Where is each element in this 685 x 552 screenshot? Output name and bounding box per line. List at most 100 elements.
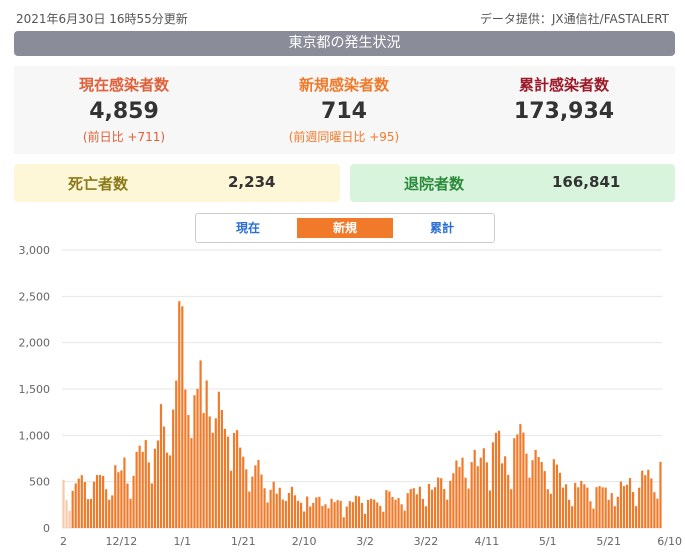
recovered-label: 退院者数 xyxy=(404,175,465,193)
bar xyxy=(62,479,65,528)
bar xyxy=(583,484,586,528)
bar xyxy=(619,481,622,528)
bar xyxy=(260,474,263,528)
bar xyxy=(187,415,190,528)
bar xyxy=(403,510,406,528)
bar xyxy=(455,460,458,528)
bar xyxy=(409,489,412,528)
bar xyxy=(659,461,662,528)
bar xyxy=(172,409,175,528)
tab-current[interactable]: 現在 xyxy=(200,218,296,238)
bar xyxy=(236,430,239,528)
bar xyxy=(208,416,211,528)
bar xyxy=(309,506,312,528)
bar xyxy=(494,432,498,528)
bar xyxy=(434,487,437,528)
bar xyxy=(293,495,297,528)
bar xyxy=(159,404,163,528)
bar xyxy=(546,489,549,528)
bar xyxy=(287,492,290,528)
bar xyxy=(424,506,428,528)
y-tick-label: 2,500 xyxy=(19,290,51,303)
x-tick-label: 1/21 xyxy=(231,535,256,548)
bar xyxy=(625,484,629,528)
bar xyxy=(272,481,275,528)
bar xyxy=(607,499,610,528)
bar xyxy=(95,474,99,528)
updated-time: 2021年6月30日 16時55分更新 xyxy=(16,12,188,26)
bar xyxy=(473,449,476,528)
new-infected-value: 714 xyxy=(321,99,367,124)
bar xyxy=(522,432,525,528)
bar xyxy=(504,456,507,528)
bar xyxy=(461,457,464,528)
tab-new[interactable]: 新規 xyxy=(297,218,393,238)
bar xyxy=(379,505,382,528)
bar xyxy=(77,478,80,528)
total-infected-label: 累計感染者数 xyxy=(518,76,609,94)
bar xyxy=(248,491,251,528)
bar xyxy=(169,455,172,528)
page-title: 東京都の発生状況 xyxy=(14,31,675,56)
y-tick-label: 0 xyxy=(43,522,50,535)
bar xyxy=(318,496,321,528)
bar xyxy=(650,478,653,528)
bar xyxy=(251,476,254,528)
bar xyxy=(497,430,501,528)
bar xyxy=(336,500,339,528)
bar xyxy=(528,477,531,528)
bar xyxy=(232,432,236,528)
bar xyxy=(549,493,552,528)
bar xyxy=(440,478,443,528)
bar xyxy=(199,360,202,528)
recovered-box: 退院者数 166,841 xyxy=(350,164,675,202)
bar xyxy=(366,499,370,528)
bar xyxy=(464,477,467,528)
bar xyxy=(202,413,205,528)
bar xyxy=(306,496,309,528)
bar xyxy=(98,474,102,528)
current-infected-value: 4,859 xyxy=(89,99,159,124)
bar xyxy=(339,500,342,528)
top-bar: 2021年6月30日 16時55分更新 データ提供：JX通信社/FASTALER… xyxy=(16,6,669,26)
bar xyxy=(333,502,336,528)
bar xyxy=(239,447,242,528)
daily-cases-chart: 0 500 1,000 1,500 2,000 2,500 3,000 2 12/12 1/1 1/… xyxy=(19,244,682,548)
bar xyxy=(382,511,385,528)
bar xyxy=(482,448,485,528)
bar xyxy=(653,492,656,528)
bar xyxy=(342,517,345,528)
tab-total[interactable]: 累計 xyxy=(394,218,490,238)
bar xyxy=(635,506,638,528)
bar xyxy=(303,511,306,528)
bar xyxy=(525,453,528,528)
bar xyxy=(105,489,108,528)
bar xyxy=(507,474,510,528)
bar xyxy=(150,483,153,528)
bar xyxy=(470,462,473,528)
y-tick-label: 2,000 xyxy=(19,337,51,350)
bar xyxy=(147,462,150,528)
bar xyxy=(156,440,160,528)
bar xyxy=(400,504,403,528)
bar xyxy=(476,466,479,528)
bar xyxy=(296,500,300,528)
bar xyxy=(452,473,455,528)
bar xyxy=(354,495,357,528)
bar xyxy=(214,418,217,528)
total-infected-stat: 累計感染者数 173,934 xyxy=(454,74,674,124)
bar xyxy=(616,496,619,528)
current-infected-stat: 現在感染者数 4,859 (前日比 +711) xyxy=(14,74,234,145)
bar xyxy=(351,502,354,528)
bar xyxy=(631,492,635,528)
new-infected-label: 新規感染者数 xyxy=(298,76,389,94)
y-tick-label: 3,000 xyxy=(19,244,51,257)
bar xyxy=(561,487,565,528)
bar xyxy=(102,476,105,528)
bar xyxy=(513,438,516,528)
bar xyxy=(376,502,379,528)
deaths-box: 死亡者数 2,234 xyxy=(14,164,340,202)
bar xyxy=(299,502,303,528)
bar xyxy=(479,457,482,528)
bar xyxy=(196,388,199,528)
